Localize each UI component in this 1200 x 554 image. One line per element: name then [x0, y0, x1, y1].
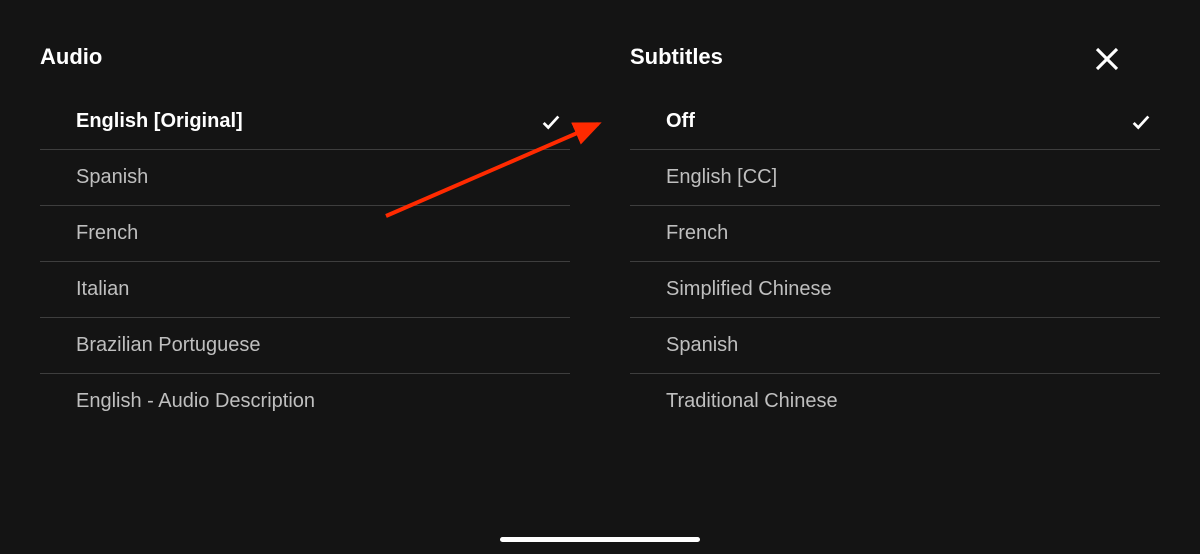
home-indicator[interactable]	[500, 537, 700, 542]
audio-option-french[interactable]: French	[40, 206, 570, 262]
subtitles-option-label: Off	[666, 110, 1130, 133]
subtitles-column: Subtitles Off English [CC] French Simpli…	[630, 44, 1160, 554]
audio-option-english-audio-description[interactable]: English - Audio Description	[40, 374, 570, 429]
check-icon	[540, 111, 562, 133]
subtitles-option-simplified-chinese[interactable]: Simplified Chinese	[630, 262, 1160, 318]
subtitles-header: Subtitles	[630, 44, 1160, 70]
audio-option-label: English - Audio Description	[76, 390, 570, 413]
audio-option-label: Spanish	[76, 166, 570, 189]
subtitles-option-traditional-chinese[interactable]: Traditional Chinese	[630, 374, 1160, 429]
audio-option-spanish[interactable]: Spanish	[40, 150, 570, 206]
audio-option-italian[interactable]: Italian	[40, 262, 570, 318]
audio-option-english-original[interactable]: English [Original]	[40, 94, 570, 150]
subtitles-option-spanish[interactable]: Spanish	[630, 318, 1160, 374]
subtitles-option-label: French	[666, 222, 1160, 245]
subtitles-option-english-cc[interactable]: English [CC]	[630, 150, 1160, 206]
subtitles-option-off[interactable]: Off	[630, 94, 1160, 150]
subtitles-option-list: Off English [CC] French Simplified Chine…	[630, 94, 1160, 429]
check-icon	[1130, 111, 1152, 133]
subtitles-option-label: English [CC]	[666, 166, 1160, 189]
subtitles-option-french[interactable]: French	[630, 206, 1160, 262]
audio-option-label: French	[76, 222, 570, 245]
audio-header: Audio	[40, 44, 570, 70]
subtitles-option-label: Spanish	[666, 334, 1160, 357]
close-icon	[1092, 61, 1122, 78]
subtitles-option-label: Traditional Chinese	[666, 390, 1160, 413]
audio-option-list: English [Original] Spanish French Italia…	[40, 94, 570, 429]
subtitles-option-label: Simplified Chinese	[666, 278, 1160, 301]
audio-option-label: English [Original]	[76, 110, 540, 133]
audio-option-label: Brazilian Portuguese	[76, 334, 570, 357]
audio-option-label: Italian	[76, 278, 570, 301]
audio-column: Audio English [Original] Spanish French …	[40, 44, 570, 554]
audio-option-brazilian-portuguese[interactable]: Brazilian Portuguese	[40, 318, 570, 374]
close-button[interactable]	[1092, 44, 1122, 74]
audio-subtitles-panel: Audio English [Original] Spanish French …	[0, 0, 1200, 554]
